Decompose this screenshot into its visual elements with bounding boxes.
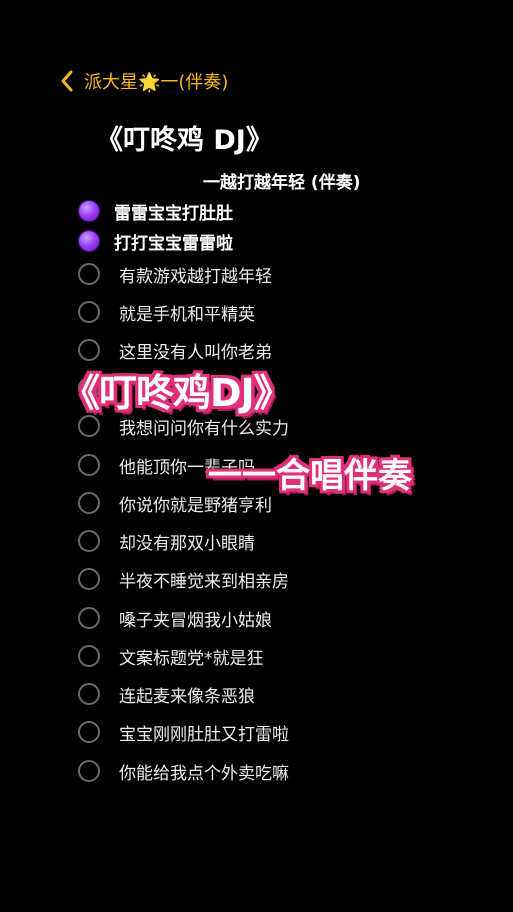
nav-bar: 派大星🌟一(伴奏) xyxy=(58,66,228,96)
checklist-item-label: 嗓子夹冒烟我小姑娘 xyxy=(119,610,272,631)
checklist-item[interactable]: 半夜不睡觉来到相亲房 xyxy=(78,564,289,594)
radio-unchecked-icon[interactable] xyxy=(78,530,100,552)
checklist-item[interactable]: 就是手机和平精英 xyxy=(78,297,255,327)
checklist-item[interactable]: 宝宝刚刚肚肚又打雷啦 xyxy=(78,717,289,747)
checklist-item[interactable]: 却没有那双小眼睛 xyxy=(78,526,255,556)
checklist-item[interactable]: 嗓子夹冒烟我小姑娘 xyxy=(78,603,272,633)
overlay-subtitle: 一一合唱伴奏 xyxy=(208,456,412,496)
radio-unchecked-icon[interactable] xyxy=(78,607,100,629)
radio-unchecked-icon[interactable] xyxy=(78,721,100,743)
checklist-item-label: 你能给我点个外卖吃嘛 xyxy=(119,763,289,784)
checklist-item-label: 打打宝宝雷雷啦 xyxy=(114,233,233,254)
checklist-item[interactable]: 打打宝宝雷雷啦 xyxy=(78,226,233,256)
checklist-item-label: 连起麦来像条恶狼 xyxy=(119,686,255,707)
checklist-item-label: 雷雷宝宝打肚肚 xyxy=(114,203,233,224)
checklist-item-label: 有款游戏越打越年轻 xyxy=(119,266,272,287)
back-button[interactable] xyxy=(58,67,76,95)
checklist-item-label: 却没有那双小眼睛 xyxy=(119,533,255,554)
checklist-item-label: 文案标题党*就是狂 xyxy=(119,648,264,669)
radio-unchecked-icon[interactable] xyxy=(78,415,100,437)
radio-unchecked-icon[interactable] xyxy=(78,683,100,705)
checklist-item[interactable]: 有款游戏越打越年轻 xyxy=(78,259,272,289)
nav-title: 派大星🌟一(伴奏) xyxy=(84,72,229,93)
radio-unchecked-icon[interactable] xyxy=(78,568,100,590)
checklist-item-label: 半夜不睡觉来到相亲房 xyxy=(119,571,289,592)
checklist-item[interactable]: 连起麦来像条恶狼 xyxy=(78,679,255,709)
page-heading: 《叮咚鸡 DJ》 xyxy=(96,125,273,156)
checklist-item-label: 宝宝刚刚肚肚又打雷啦 xyxy=(119,724,289,745)
radio-unchecked-icon[interactable] xyxy=(78,454,100,476)
page-subheading: 一越打越年轻 (伴奏) xyxy=(203,173,361,193)
checklist-item[interactable]: 雷雷宝宝打肚肚 xyxy=(78,196,233,226)
radio-checked-icon[interactable] xyxy=(78,200,100,222)
checklist-item[interactable]: 你能给我点个外卖吃嘛 xyxy=(78,756,289,786)
radio-checked-icon[interactable] xyxy=(78,230,100,252)
checklist-item-label: 就是手机和平精英 xyxy=(119,304,255,325)
checklist-item[interactable]: 文案标题党*就是狂 xyxy=(78,641,264,671)
radio-unchecked-icon[interactable] xyxy=(78,263,100,285)
radio-unchecked-icon[interactable] xyxy=(78,760,100,782)
overlay-title: 《叮咚鸡DJ》 xyxy=(62,371,292,415)
chevron-left-icon xyxy=(61,70,73,92)
radio-unchecked-icon[interactable] xyxy=(78,339,100,361)
radio-unchecked-icon[interactable] xyxy=(78,645,100,667)
checklist-item[interactable]: 这里没有人叫你老弟 xyxy=(78,335,272,365)
checklist-item-label: 我想问问你有什么实力 xyxy=(119,418,289,439)
checklist-item-label: 这里没有人叫你老弟 xyxy=(119,342,272,363)
radio-unchecked-icon[interactable] xyxy=(78,301,100,323)
radio-unchecked-icon[interactable] xyxy=(78,492,100,514)
